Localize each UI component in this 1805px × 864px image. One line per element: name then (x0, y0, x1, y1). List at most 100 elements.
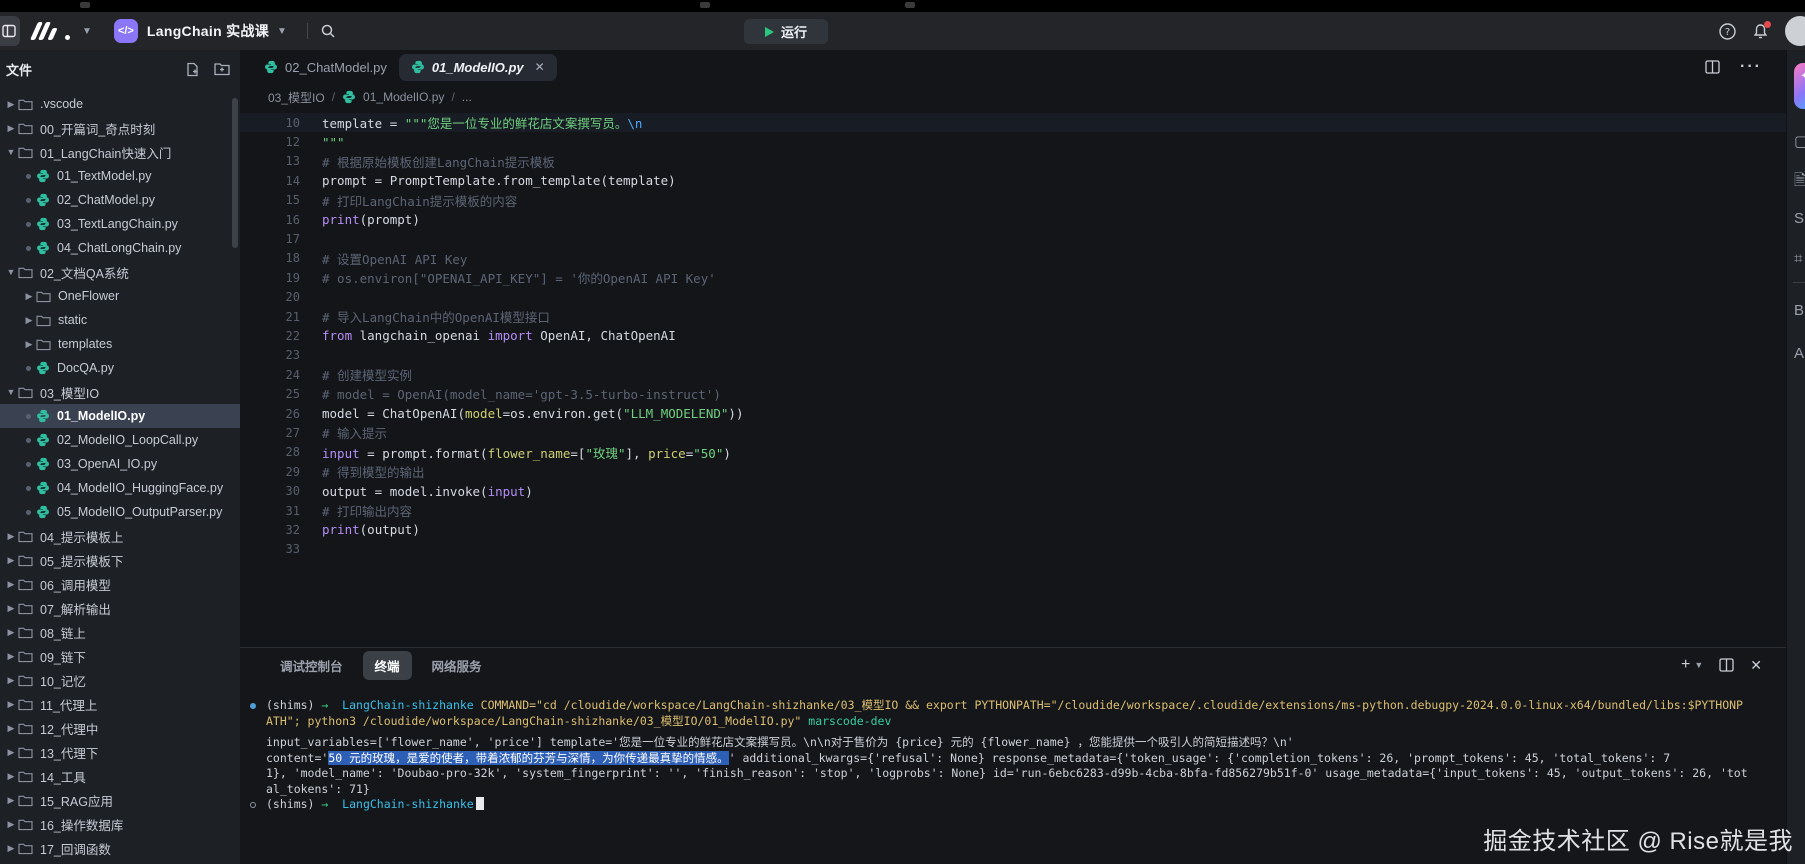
ai-assistant-icon[interactable] (1794, 63, 1805, 109)
tree-item-templates[interactable]: ▶templates (0, 332, 240, 356)
tree-item-10_记忆[interactable]: ▶10_记忆 (0, 668, 240, 692)
line-number: 27 (240, 426, 300, 440)
tree-item-01_LangChain快速入门[interactable]: ▼01_LangChain快速入门 (0, 140, 240, 164)
dollar-icon[interactable]: S (1794, 210, 1804, 227)
folder-icon (18, 578, 33, 591)
tree-item-03_OpenAI_IO.py[interactable]: 03_OpenAI_IO.py (0, 452, 240, 476)
run-button[interactable]: 运行 (744, 19, 828, 44)
tree-item-label: 17_回调函数 (40, 839, 111, 858)
line-number: 29 (240, 465, 300, 479)
tree-item-16_操作数据库[interactable]: ▶16_操作数据库 (0, 812, 240, 836)
tree-item-09_链下[interactable]: ▶09_链下 (0, 644, 240, 668)
letter-b-icon[interactable]: B (1794, 302, 1804, 319)
tree-item-01_ModelIO.py[interactable]: 01_ModelIO.py (0, 404, 240, 428)
breadcrumb-file[interactable]: 01_ModelIO.py (363, 90, 444, 104)
file-dot-indicator (26, 198, 31, 203)
code-editor[interactable]: 10template = """您是一位专业的鲜花店文案撰写员。\n12"""1… (240, 110, 1786, 647)
right-activity-bar: ▢ 🗎 S ⌗ B A (1786, 50, 1805, 864)
tree-item-label: DocQA.py (57, 361, 114, 375)
project-name[interactable]: LangChain 实战课 (147, 21, 269, 41)
tab-label: 01_ModelIO.py (432, 60, 524, 75)
grid-icon[interactable]: ⌗ (1794, 250, 1802, 267)
logo-chevron-down-icon[interactable]: ▼ (82, 26, 92, 37)
tree-item-label: 07_解析输出 (40, 599, 111, 618)
close-panel-icon[interactable]: ✕ (1750, 657, 1762, 674)
new-file-button[interactable] (185, 62, 200, 77)
panel-tab-调试控制台[interactable]: 调试控制台 (268, 651, 355, 680)
project-chevron-down-icon[interactable]: ▼ (277, 26, 287, 37)
tree-item-05_ModelIO_OutputParser.py[interactable]: 05_ModelIO_OutputParser.py (0, 500, 240, 524)
tree-item-04_ModelIO_HuggingFace.py[interactable]: 04_ModelIO_HuggingFace.py (0, 476, 240, 500)
avatar[interactable] (1785, 16, 1805, 46)
panel-tab-终端[interactable]: 终端 (363, 651, 412, 680)
breadcrumb-folder[interactable]: 03_模型IO (268, 89, 325, 106)
tree-item-03_TextLangChain.py[interactable]: 03_TextLangChain.py (0, 212, 240, 236)
marscode-logo[interactable] (34, 22, 68, 40)
notifications-button[interactable] (1752, 23, 1769, 40)
tree-item-14_工具[interactable]: ▶14_工具 (0, 764, 240, 788)
tree-item-12_代理中[interactable]: ▶12_代理中 (0, 716, 240, 740)
tree-item-.vscode[interactable]: ▶.vscode (0, 92, 240, 116)
terminal-output[interactable]: (shims) → LangChain-shizhanke COMMAND="c… (240, 698, 1786, 813)
docs-icon[interactable]: 🗎 (1794, 170, 1805, 195)
tree-item-15_RAG应用[interactable]: ▶15_RAG应用 (0, 788, 240, 812)
tree-item-13_代理下[interactable]: ▶13_代理下 (0, 740, 240, 764)
line-number: 26 (240, 407, 300, 421)
tree-item-03_模型IO[interactable]: ▼03_模型IO (0, 380, 240, 404)
panel-toggle-button[interactable] (0, 16, 20, 46)
tree-item-DocQA.py[interactable]: DocQA.py (0, 356, 240, 380)
tree-item-00_开篇词_奇点时刻[interactable]: ▶00_开篇词_奇点时刻 (0, 116, 240, 140)
tree-item-OneFlower[interactable]: ▶OneFlower (0, 284, 240, 308)
tree-item-static[interactable]: ▶static (0, 308, 240, 332)
tree-item-11_代理上[interactable]: ▶11_代理上 (0, 692, 240, 716)
file-explorer-header: 文件 (0, 50, 240, 88)
breadcrumb[interactable]: 03_模型IO / 01_ModelIO.py / ... (240, 84, 1786, 110)
python-icon (36, 433, 50, 447)
chevron-right-icon: ▶ (4, 747, 18, 758)
code-line: 24# 创建模型实例 (240, 365, 1786, 384)
tree-item-02_文档QA系统[interactable]: ▼02_文档QA系统 (0, 260, 240, 284)
tree-item-02_ModelIO_LoopCall.py[interactable]: 02_ModelIO_LoopCall.py (0, 428, 240, 452)
panel-tab-网络服务[interactable]: 网络服务 (420, 651, 494, 680)
tree-item-05_提示模板下[interactable]: ▶05_提示模板下 (0, 548, 240, 572)
tree-item-08_链上[interactable]: ▶08_链上 (0, 620, 240, 644)
code-line: 31# 打印输出内容 (240, 501, 1786, 520)
terminal-dropdown-icon[interactable]: ▼ (1694, 660, 1703, 670)
breadcrumb-more[interactable]: ... (462, 90, 472, 104)
file-dot-indicator (26, 246, 31, 251)
new-folder-button[interactable] (214, 62, 230, 76)
python-icon (36, 169, 50, 183)
file-tree: ▶.vscode▶00_开篇词_奇点时刻▼01_LangChain快速入门01_… (0, 88, 240, 860)
split-terminal-icon[interactable] (1719, 658, 1734, 672)
tree-item-label: static (58, 313, 87, 327)
folder-icon (18, 818, 33, 831)
tree-item-06_调用模型[interactable]: ▶06_调用模型 (0, 572, 240, 596)
sidebar-scrollbar[interactable] (232, 98, 238, 248)
line-number: 13 (240, 154, 300, 168)
editor-tab-01_ModelIO.py[interactable]: 01_ModelIO.py ✕ (399, 54, 557, 81)
breadcrumb-separator: / (332, 90, 335, 104)
help-button[interactable]: ? (1719, 23, 1736, 40)
new-terminal-button[interactable]: + (1681, 656, 1690, 674)
search-icon[interactable] (320, 23, 336, 39)
tree-item-07_解析输出[interactable]: ▶07_解析输出 (0, 596, 240, 620)
letter-a-icon[interactable]: A (1794, 345, 1804, 362)
tree-item-17_回调函数[interactable]: ▶17_回调函数 (0, 836, 240, 860)
more-actions-icon[interactable]: ··· (1740, 58, 1762, 76)
tree-item-label: 14_工具 (40, 767, 86, 786)
close-tab-icon[interactable]: ✕ (535, 60, 545, 74)
tree-item-02_ChatModel.py[interactable]: 02_ChatModel.py (0, 188, 240, 212)
tree-item-label: 02_ChatModel.py (57, 193, 155, 207)
chevron-right-icon: ▶ (4, 123, 18, 134)
tree-item-01_TextModel.py[interactable]: 01_TextModel.py (0, 164, 240, 188)
split-editor-icon[interactable] (1705, 60, 1720, 74)
tree-item-label: 01_LangChain快速入门 (40, 143, 171, 162)
divider (1793, 282, 1805, 283)
code-line: 13# 根据原始模板创建LangChain提示模板 (240, 152, 1786, 171)
code-line: 25# model = OpenAI(model_name='gpt-3.5-t… (240, 384, 1786, 403)
window-icon[interactable]: ▢ (1794, 132, 1805, 150)
editor-tab-02_ChatModel.py[interactable]: 02_ChatModel.py (252, 54, 399, 81)
tree-item-04_提示模板上[interactable]: ▶04_提示模板上 (0, 524, 240, 548)
tree-item-04_ChatLongChain.py[interactable]: 04_ChatLongChain.py (0, 236, 240, 260)
panel-tabs: 调试控制台终端网络服务 (240, 648, 1786, 682)
